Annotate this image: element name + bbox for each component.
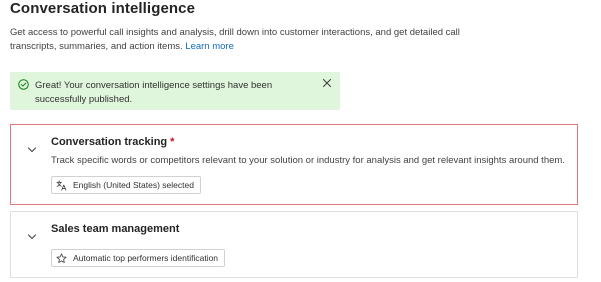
page-description: Get access to powerful call insights and… [10, 26, 480, 53]
description-text: Get access to powerful call insights and… [10, 27, 460, 52]
learn-more-link[interactable]: Learn more [185, 41, 234, 52]
page-title: Conversation intelligence [10, 0, 196, 17]
chip-label: Automatic top performers identification [73, 253, 219, 263]
star-icon [56, 253, 67, 263]
section-title: Sales team management [51, 223, 180, 235]
required-indicator: * [170, 136, 175, 148]
chevron-down-icon[interactable] [27, 233, 37, 241]
chip-label: English (United States) selected [73, 180, 194, 190]
language-chip[interactable]: English (United States) selected [51, 176, 201, 194]
success-banner: Great! Your conversation intelligence se… [10, 72, 340, 110]
checkmark-circle-icon [18, 79, 29, 90]
chevron-down-icon[interactable] [27, 146, 37, 154]
success-message: Great! Your conversation intelligence se… [35, 80, 273, 105]
section-description: Track specific words or competitors rele… [51, 155, 565, 166]
top-performers-chip[interactable]: Automatic top performers identification [51, 249, 226, 267]
conversation-tracking-section: Conversation tracking * Track specific wo… [10, 124, 578, 205]
section-title-text: Conversation tracking [51, 136, 168, 148]
close-icon[interactable] [322, 78, 332, 88]
sales-team-management-section: Sales team management Automatic top perf… [10, 211, 578, 278]
language-icon [56, 180, 67, 190]
section-title: Conversation tracking * [51, 135, 174, 149]
